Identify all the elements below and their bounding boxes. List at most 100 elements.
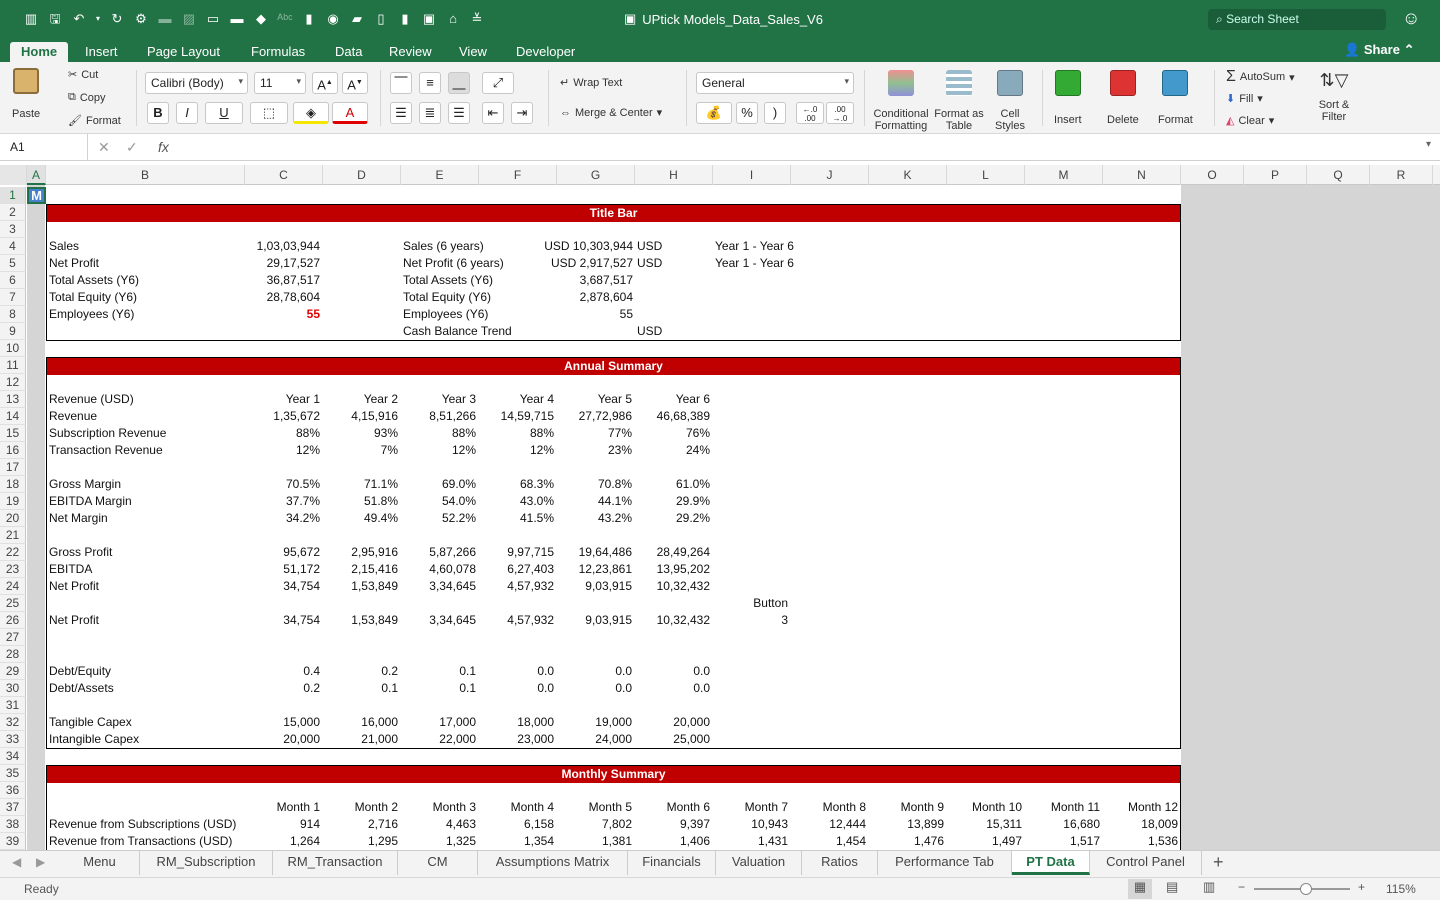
cell-styles-button[interactable]: Cell Styles (988, 70, 1032, 132)
toolbar-icon-4[interactable]: ▬ (228, 10, 246, 28)
tab-formulas[interactable]: Formulas (240, 42, 316, 62)
tab-home[interactable]: Home (10, 42, 69, 62)
sheet-tab-financials[interactable]: Financials (628, 851, 716, 875)
comma-button[interactable]: ) (764, 102, 786, 124)
borders-icon[interactable]: ⬚ (250, 102, 288, 124)
sort-filter-button[interactable]: ⇅▽ Sort & Filter (1312, 70, 1356, 123)
fill-button[interactable]: ⬇ Fill ▾ (1226, 92, 1263, 106)
row-header-9[interactable]: 9 (0, 323, 26, 340)
toolbar-icon-9[interactable]: ▯ (372, 10, 390, 28)
italic-button[interactable]: I (176, 102, 198, 124)
sheet-tab-rm-subscription[interactable]: RM_Subscription (140, 851, 273, 875)
zoom-out-icon[interactable]: − (1238, 880, 1245, 894)
toolbar-icon-5[interactable]: ◆ (252, 10, 270, 28)
tab-view[interactable]: View (448, 42, 498, 62)
more-commands-icon[interactable]: ≚ (468, 10, 486, 28)
merge-center-button[interactable]: ⇔ Merge & Center ▾ (560, 106, 662, 120)
collapse-ribbon-icon[interactable]: ⌃ (1404, 42, 1415, 57)
row-header-2[interactable]: 2 (0, 204, 26, 221)
toolbar-icon-7[interactable]: ◉ (324, 10, 342, 28)
next-sheet-icon[interactable]: ▶ (36, 855, 45, 869)
column-header-o[interactable]: O (1181, 165, 1244, 185)
toolbar-icon-2[interactable]: ▨ (180, 10, 198, 28)
column-header-n[interactable]: N (1103, 165, 1181, 185)
increase-font-icon[interactable]: A▲ (312, 72, 338, 94)
column-header-a[interactable]: A (27, 165, 46, 185)
row-header-38[interactable]: 38 (0, 816, 26, 833)
paste-button[interactable]: Paste (12, 68, 40, 120)
row-header-7[interactable]: 7 (0, 289, 26, 306)
align-center-icon[interactable]: ≣ (419, 102, 441, 124)
row-header-4[interactable]: 4 (0, 238, 26, 255)
row-header-29[interactable]: 29 (0, 663, 26, 680)
sheet-tab-menu[interactable]: Menu (60, 851, 140, 875)
row-header-39[interactable]: 39 (0, 833, 26, 850)
undo-dropdown-icon[interactable]: ▾ (94, 10, 102, 28)
copy-button[interactable]: ⧉ Copy (68, 91, 106, 104)
row-header-32[interactable]: 32 (0, 714, 26, 731)
row-header-14[interactable]: 14 (0, 408, 26, 425)
sheet-tab-control-panel[interactable]: Control Panel (1090, 851, 1202, 875)
formula-input[interactable] (190, 139, 1410, 157)
normal-view-icon[interactable]: ▦ (1128, 879, 1152, 899)
column-header-g[interactable]: G (557, 165, 635, 185)
align-top-icon[interactable]: ⎺ (390, 72, 412, 94)
redo-icon[interactable]: ↻ (108, 10, 126, 28)
tab-review[interactable]: Review (378, 42, 443, 62)
expand-formula-icon[interactable]: ▾ (1426, 139, 1431, 150)
conditional-formatting-button[interactable]: Conditional Formatting (872, 70, 930, 132)
fill-color-icon[interactable]: ◈ (293, 102, 329, 124)
column-header-d[interactable]: D (323, 165, 401, 185)
select-all-corner[interactable] (0, 165, 27, 185)
page-break-view-icon[interactable]: ▥ (1203, 879, 1215, 895)
align-bottom-icon[interactable]: ⎽ (448, 72, 470, 94)
row-header-34[interactable]: 34 (0, 748, 26, 765)
font-size-select[interactable]: 11 (254, 72, 306, 94)
spreadsheet-grid[interactable]: 1 2 3 4 5 6 7 8 9 10 11 12 13 14 15 16 17 18 19 20 21 22 23 24 2… (0, 185, 1440, 850)
percent-button[interactable]: % (736, 102, 758, 124)
toolbar-icon-6[interactable]: ▮ (300, 10, 318, 28)
row-header-28[interactable]: 28 (0, 646, 26, 663)
increase-decimal-icon[interactable]: ←.0.00 (796, 102, 824, 124)
row-header-37[interactable]: 37 (0, 799, 26, 816)
confirm-icon[interactable]: ✓ (126, 139, 138, 156)
row-header-1[interactable]: 1 (0, 187, 26, 204)
row-header-16[interactable]: 16 (0, 442, 26, 459)
toolbar-icon-11[interactable]: ▣ (420, 10, 438, 28)
delete-cells-button[interactable]: Delete (1107, 70, 1139, 126)
row-header-13[interactable]: 13 (0, 391, 26, 408)
sheet-tab-ratios[interactable]: Ratios (802, 851, 878, 875)
row-header-36[interactable]: 36 (0, 782, 26, 799)
row-header-20[interactable]: 20 (0, 510, 26, 527)
cell-a1[interactable]: M (27, 187, 46, 204)
share-button[interactable]: 👤 Share ⌃ (1344, 42, 1414, 58)
zoom-level[interactable]: 115% (1386, 882, 1416, 896)
sheet-tab-cm[interactable]: CM (398, 851, 478, 875)
tab-insert[interactable]: Insert (74, 42, 129, 62)
column-header-b[interactable]: B (46, 165, 245, 185)
bold-button[interactable]: B (147, 102, 169, 124)
row-header-6[interactable]: 6 (0, 272, 26, 289)
toolbar-icon-8[interactable]: ▰ (348, 10, 366, 28)
row-header-15[interactable]: 15 (0, 425, 26, 442)
number-format-select[interactable]: General (696, 72, 854, 94)
wrap-text-button[interactable]: ↵ Wrap Text (560, 76, 622, 90)
row-header-23[interactable]: 23 (0, 561, 26, 578)
row-header-27[interactable]: 27 (0, 629, 26, 646)
row-header-25[interactable]: 25 (0, 595, 26, 612)
column-header-f[interactable]: F (479, 165, 557, 185)
feedback-smiley-icon[interactable]: ☺ (1402, 8, 1420, 29)
sheet-tab-pt-data[interactable]: PT Data (1012, 851, 1090, 875)
font-name-select[interactable]: Calibri (Body) (145, 72, 248, 94)
search-input[interactable]: ⌕ Search Sheet (1208, 9, 1386, 30)
align-left-icon[interactable]: ☰ (390, 102, 412, 124)
sheet-tab-rm-transaction[interactable]: RM_Transaction (273, 851, 398, 875)
toolbar-icon-1[interactable]: ▬ (156, 10, 174, 28)
column-header-j[interactable]: J (791, 165, 869, 185)
row-header-35[interactable]: 35 (0, 765, 26, 782)
add-sheet-icon[interactable]: + (1213, 852, 1224, 873)
column-header-r[interactable]: R (1370, 165, 1433, 185)
tab-data[interactable]: Data (324, 42, 373, 62)
orientation-icon[interactable]: ⤢ (482, 72, 514, 94)
sheet-tab-valuation[interactable]: Valuation (716, 851, 802, 875)
